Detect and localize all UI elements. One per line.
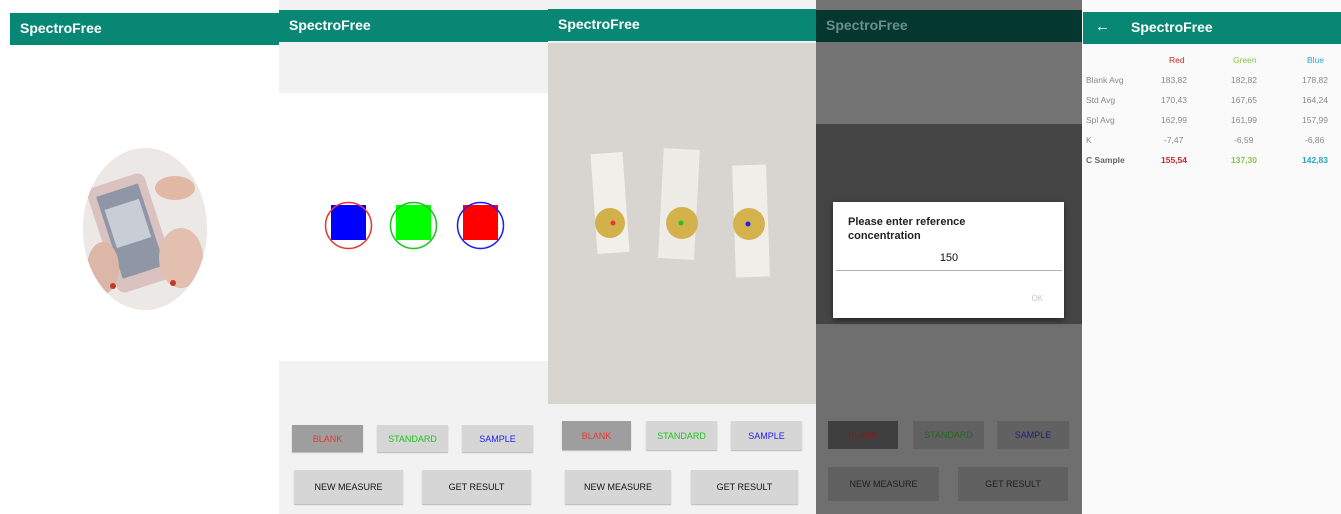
- table-header: Red Green Blue: [1083, 55, 1341, 69]
- camera-preview: [548, 43, 816, 404]
- app-title: SpectroFree: [826, 17, 908, 33]
- new-measure-button[interactable]: NEW MEASURE: [294, 470, 403, 504]
- get-result-button[interactable]: GET RESULT: [691, 470, 798, 504]
- table-row: Std Avg 170,43 167,65 164,24: [1083, 95, 1341, 109]
- sample-button[interactable]: SAMPLE: [462, 425, 533, 452]
- cell-green: 137,30: [1231, 155, 1257, 165]
- results-table: Red Green Blue Blank Avg 183,82 182,82 1…: [1083, 55, 1341, 175]
- spot-left: [595, 208, 625, 238]
- screen-results: ← SpectroFree Red Green Blue Blank Avg 1…: [1083, 0, 1341, 514]
- table-row: K -7,47 -6,59 -6,86: [1083, 135, 1341, 149]
- screen-dialog: SpectroFree BLANK STANDARD SAMPLE NEW ME…: [816, 0, 1082, 514]
- blue-swatch-square: [463, 205, 498, 240]
- green-swatch-square: [396, 205, 431, 240]
- header-red: Red: [1169, 55, 1185, 65]
- cell-blue: 142,83: [1302, 155, 1328, 165]
- dialog-title: Please enter reference concentration: [848, 216, 966, 242]
- cell-blue: 157,99: [1302, 115, 1328, 125]
- row-label: Spl Avg: [1086, 115, 1115, 125]
- row-label: C Sample: [1086, 155, 1125, 165]
- cell-red: 155,54: [1161, 155, 1187, 165]
- red-swatch-square: [331, 205, 366, 240]
- cell-red: 170,43: [1161, 95, 1187, 105]
- blank-button[interactable]: BLANK: [562, 421, 631, 450]
- splash-photo: [83, 148, 207, 310]
- reference-concentration-dialog: Please enter reference concentration 150…: [833, 202, 1064, 318]
- screen-calibration: SpectroFree BLANK STANDARD SAMPLE NEW ME…: [279, 0, 548, 514]
- sample-button[interactable]: SAMPLE: [997, 421, 1069, 449]
- header-blue: Blue: [1307, 55, 1325, 65]
- row-label: K: [1086, 135, 1092, 145]
- app-title: SpectroFree: [289, 17, 371, 33]
- back-arrow-icon[interactable]: ←: [1095, 18, 1110, 35]
- concentration-input[interactable]: 150: [836, 252, 1062, 271]
- new-measure-button[interactable]: NEW MEASURE: [828, 467, 939, 501]
- cell-green: -6,59: [1234, 135, 1254, 145]
- app-title: SpectroFree: [1131, 19, 1213, 35]
- app-bar: ← SpectroFree: [1083, 12, 1341, 44]
- blank-button[interactable]: BLANK: [292, 425, 363, 452]
- standard-button[interactable]: STANDARD: [646, 421, 717, 450]
- app-title: SpectroFree: [558, 16, 640, 32]
- standard-button[interactable]: STANDARD: [377, 425, 448, 452]
- concentration-value: 150: [939, 252, 959, 264]
- get-result-button[interactable]: GET RESULT: [958, 467, 1068, 501]
- header-green: Green: [1233, 55, 1257, 65]
- cell-blue: 164,24: [1302, 95, 1328, 105]
- get-result-button[interactable]: GET RESULT: [422, 470, 531, 504]
- standard-button[interactable]: STANDARD: [913, 421, 984, 449]
- cell-red: -7,47: [1164, 135, 1184, 145]
- preview-area: [279, 93, 548, 361]
- app-bar: SpectroFree: [816, 10, 1082, 42]
- table-row: Blank Avg 183,82 182,82 178,82: [1083, 75, 1341, 89]
- row-label: Std Avg: [1086, 95, 1116, 105]
- app-bar: SpectroFree: [279, 10, 548, 42]
- cell-red: 162,99: [1161, 115, 1187, 125]
- table-row: C Sample 155,54 137,30 142,83: [1083, 155, 1341, 169]
- screen-splash: SpectroFree: [10, 0, 279, 514]
- cell-blue: 178,82: [1302, 75, 1328, 85]
- ok-button[interactable]: OK: [1031, 294, 1043, 303]
- cell-green: 161,99: [1231, 115, 1257, 125]
- cell-red: 183,82: [1161, 75, 1187, 85]
- sample-button[interactable]: SAMPLE: [731, 421, 802, 450]
- table-row: Spl Avg 162,99 161,99 157,99: [1083, 115, 1341, 129]
- cell-blue: -6,86: [1305, 135, 1325, 145]
- cell-green: 167,65: [1231, 95, 1257, 105]
- app-bar: SpectroFree: [10, 13, 279, 45]
- new-measure-button[interactable]: NEW MEASURE: [565, 470, 671, 504]
- app-title: SpectroFree: [20, 20, 102, 36]
- screen-camera: SpectroFree BLANK STANDARD SAMPLE NEW ME…: [548, 0, 816, 514]
- app-bar: SpectroFree: [548, 9, 816, 41]
- row-label: Blank Avg: [1086, 75, 1124, 85]
- cell-green: 182,82: [1231, 75, 1257, 85]
- blank-button[interactable]: BLANK: [828, 421, 898, 449]
